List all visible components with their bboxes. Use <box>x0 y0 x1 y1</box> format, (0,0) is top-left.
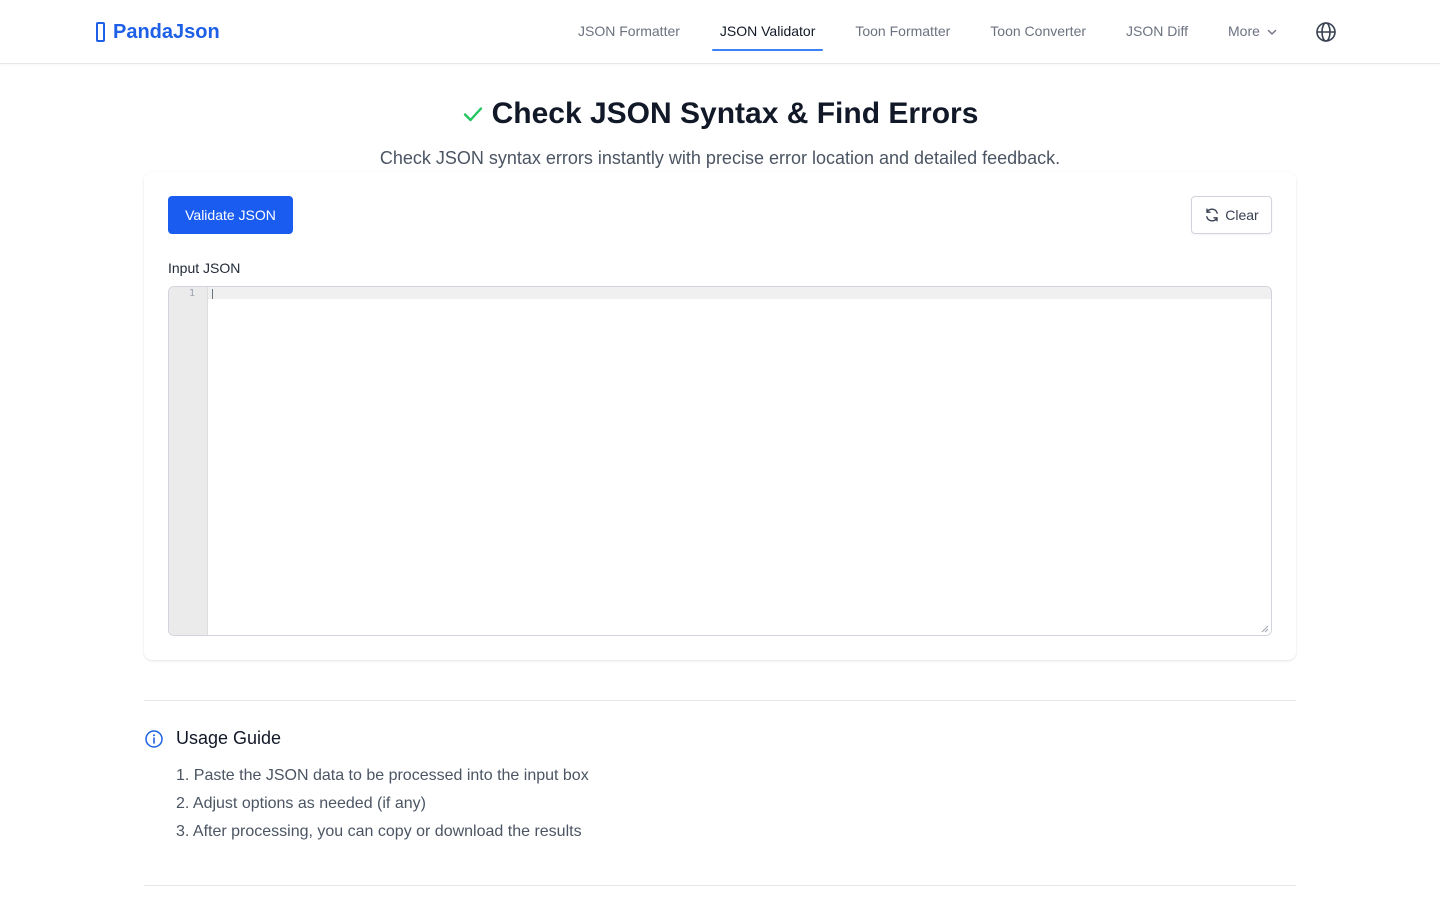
brand-name: PandaJson <box>113 20 220 43</box>
panda-logo-icon <box>96 22 105 42</box>
top-navigation-bar: PandaJson JSON Formatter JSON Validator … <box>0 0 1440 64</box>
active-line-highlight <box>208 287 1271 299</box>
nav-toon-formatter[interactable]: Toon Formatter <box>835 0 970 64</box>
text-cursor <box>212 289 213 299</box>
section-divider <box>144 700 1296 701</box>
usage-guide-title: Usage Guide <box>176 728 282 748</box>
section-divider <box>144 885 1296 886</box>
nav-toon-converter[interactable]: Toon Converter <box>970 0 1106 64</box>
resize-handle-icon[interactable] <box>1261 625 1269 633</box>
list-item: 2. Adjust options as needed (if any) <box>176 795 426 812</box>
input-json-label: Input JSON <box>168 260 241 276</box>
clear-button-label: Clear <box>1225 207 1259 223</box>
nav-more-dropdown[interactable]: More <box>1208 0 1298 64</box>
page-subtitle: Check JSON syntax errors instantly with … <box>379 148 1061 168</box>
clear-button[interactable]: Clear <box>1191 196 1272 234</box>
info-icon <box>145 729 163 748</box>
validator-card: Validate JSON Clear Input JSON 1 <box>144 172 1296 660</box>
usage-guide-steps: 1. Paste the JSON data to be processed i… <box>176 762 589 846</box>
check-icon <box>463 107 482 122</box>
validate-json-button[interactable]: Validate JSON <box>168 196 293 234</box>
usage-guide-header: Usage Guide <box>144 728 281 749</box>
nav-json-formatter[interactable]: JSON Formatter <box>558 0 700 64</box>
chevron-down-icon <box>1267 29 1277 35</box>
refresh-icon <box>1206 208 1219 222</box>
page-title: Check JSON Syntax & Find Errors <box>0 94 1440 134</box>
brand-logo-link[interactable]: PandaJson <box>96 19 220 45</box>
globe-icon[interactable] <box>1314 20 1338 44</box>
page-title-text: Check JSON Syntax & Find Errors <box>491 97 979 130</box>
line-number-gutter: 1 <box>169 287 208 635</box>
line-number: 1 <box>188 288 195 299</box>
list-item: 3. After processing, you can copy or dow… <box>176 823 582 840</box>
main-nav: JSON Formatter JSON Validator Toon Forma… <box>558 0 1298 64</box>
json-input-editor[interactable]: 1 <box>168 286 1272 636</box>
nav-json-diff[interactable]: JSON Diff <box>1106 0 1208 64</box>
nav-json-validator[interactable]: JSON Validator <box>700 0 835 64</box>
list-item: 1. Paste the JSON data to be processed i… <box>176 767 589 784</box>
